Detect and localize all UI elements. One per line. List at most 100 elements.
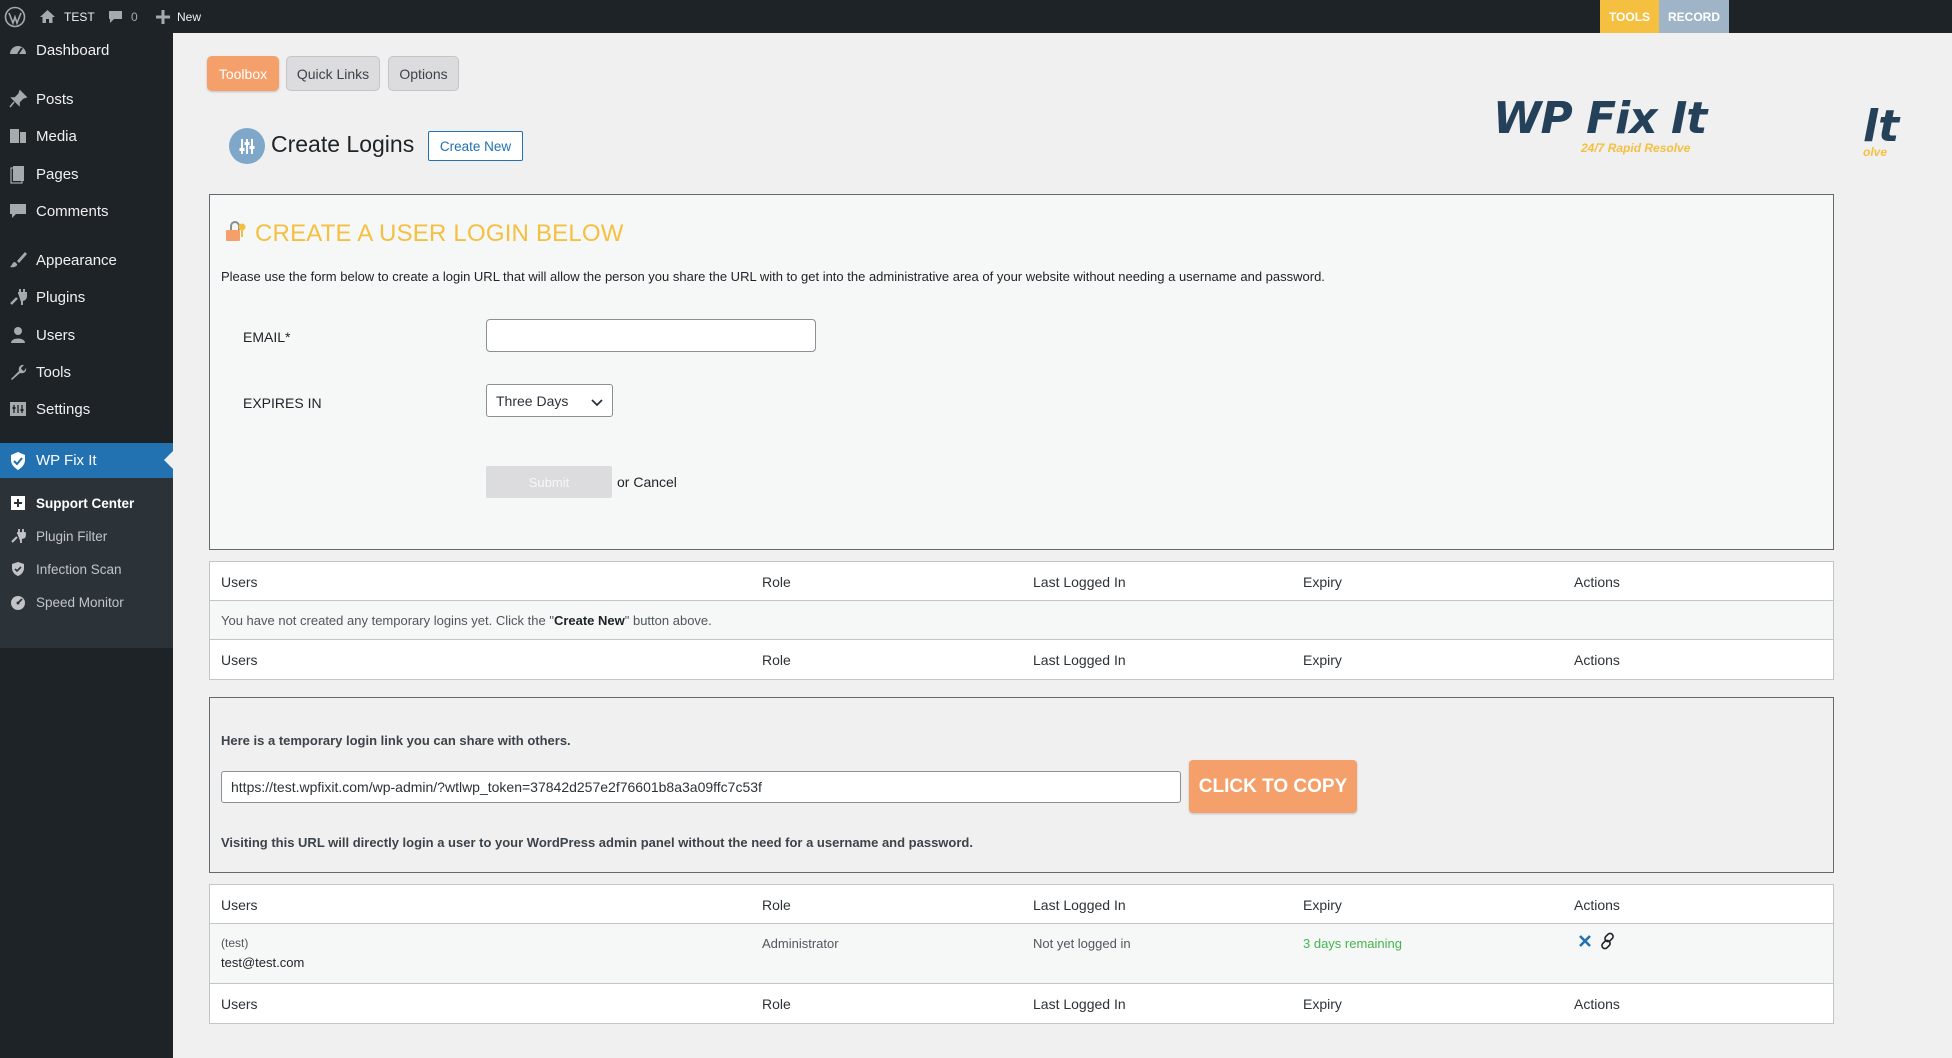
table-row: (test) test@test.com Administrator Not y… xyxy=(210,924,1833,984)
logins-table-empty: Users Role Last Logged In Expiry Actions… xyxy=(209,561,1834,680)
column-footer-last-logged-in[interactable]: Last Logged In xyxy=(1033,984,1126,1023)
table-header-row: Users Role Last Logged In Expiry Actions xyxy=(210,562,1833,601)
sidebar-item-appearance[interactable]: Appearance xyxy=(0,243,173,277)
email-field[interactable] xyxy=(486,319,816,352)
dashboard-icon xyxy=(0,40,36,60)
sidebar-item-pages[interactable]: Pages xyxy=(0,157,173,191)
tab-toolbox[interactable]: Toolbox xyxy=(207,56,279,91)
wp-fix-it-logo: WP Fix It 24/7 Rapid Resolve xyxy=(1493,93,1713,163)
column-header-expiry[interactable]: Expiry xyxy=(1303,885,1342,924)
link-intro-text: Here is a temporary login link you can s… xyxy=(221,733,571,748)
gauge-icon xyxy=(0,594,36,610)
column-header-role[interactable]: Role xyxy=(762,885,791,924)
column-footer-role[interactable]: Role xyxy=(762,640,791,679)
column-footer-last-logged-in[interactable]: Last Logged In xyxy=(1033,640,1126,679)
column-header-users[interactable]: Users xyxy=(221,562,258,601)
column-footer-users[interactable]: Users xyxy=(221,984,258,1023)
column-header-expiry[interactable]: Expiry xyxy=(1303,562,1342,601)
record-button[interactable]: RECORD xyxy=(1659,0,1729,33)
site-name-link[interactable]: TEST xyxy=(39,0,95,33)
column-footer-users[interactable]: Users xyxy=(221,640,258,679)
column-header-role[interactable]: Role xyxy=(762,562,791,601)
create-new-button[interactable]: Create New xyxy=(428,131,523,161)
create-logins-icon xyxy=(229,128,265,164)
tab-options[interactable]: Options xyxy=(388,56,459,91)
sidebar-item-wp-fix-it[interactable]: WP Fix It xyxy=(0,443,173,478)
sidebar-item-label: Pages xyxy=(36,165,79,183)
brand-tagline: 24/7 Rapid Resolve xyxy=(1581,141,1691,155)
sidebar-item-settings[interactable]: Settings xyxy=(0,392,173,426)
user-icon xyxy=(0,325,36,345)
sidebar-item-label: WP Fix It xyxy=(36,452,97,469)
column-footer-role[interactable]: Role xyxy=(762,984,791,1023)
sidebar-subitem-label: Speed Monitor xyxy=(36,594,124,610)
wordpress-logo-icon[interactable] xyxy=(4,0,26,33)
sidebar-item-label: Users xyxy=(36,326,76,344)
page-title: Create Logins xyxy=(271,131,415,157)
column-header-last-logged-in[interactable]: Last Logged In xyxy=(1033,562,1126,601)
new-content-link[interactable]: New xyxy=(156,0,201,33)
sidebar-subitem-speed-monitor[interactable]: Speed Monitor xyxy=(0,587,173,617)
home-icon xyxy=(39,9,56,24)
column-footer-actions: Actions xyxy=(1574,651,1620,668)
table-header-row: Users Role Last Logged In Expiry Actions xyxy=(210,885,1833,924)
brush-icon xyxy=(0,250,36,270)
tools-button[interactable]: TOOLS xyxy=(1600,0,1659,33)
table-footer-row: Users Role Last Logged In Expiry Actions xyxy=(210,640,1833,679)
form-heading-text: CREATE A USER LOGIN BELOW xyxy=(255,219,624,247)
column-footer-expiry[interactable]: Expiry xyxy=(1303,640,1342,679)
delete-login-icon[interactable] xyxy=(1578,934,1592,951)
sidebar-item-label: Dashboard xyxy=(36,41,110,59)
empty-message: You have not created any temporary login… xyxy=(221,613,712,628)
link-note-text: Visiting this URL will directly login a … xyxy=(221,835,973,850)
column-header-users[interactable]: Users xyxy=(221,885,258,924)
table-footer-row: Users Role Last Logged In Expiry Actions xyxy=(210,984,1833,1023)
page-icon xyxy=(0,164,36,184)
sidebar-item-label: Comments xyxy=(36,202,109,220)
new-label: New xyxy=(177,9,202,24)
sidebar-subitem-label: Plugin Filter xyxy=(36,528,108,544)
brand-tagline-partial: olve xyxy=(1863,145,1888,159)
wp-fix-it-submenu: Support Center Plugin Filter Infection S… xyxy=(0,478,173,648)
sidebar-subitem-plugin-filter[interactable]: Plugin Filter xyxy=(0,521,173,551)
sidebar-item-dashboard[interactable]: Dashboard xyxy=(0,33,173,67)
empty-message-prefix: You have not created any temporary login… xyxy=(221,613,554,628)
login-url-field[interactable]: https://test.wpfixit.com/wp-admin/?wtlwp… xyxy=(221,771,1181,803)
click-to-copy-button[interactable]: CLICK TO COPY xyxy=(1189,760,1357,813)
column-header-actions: Actions xyxy=(1574,896,1620,913)
tab-quick-links[interactable]: Quick Links xyxy=(286,56,380,91)
email-label: EMAIL* xyxy=(243,329,291,345)
sidebar-item-label: Settings xyxy=(36,400,91,418)
copy-link-icon[interactable] xyxy=(1599,932,1617,953)
sidebar-item-tools[interactable]: Tools xyxy=(0,355,173,389)
create-login-form-panel: CREATE A USER LOGIN BELOW Please use the… xyxy=(209,194,1834,550)
active-menu-arrow xyxy=(164,451,173,469)
sidebar-subitem-support-center[interactable]: Support Center xyxy=(0,488,173,518)
user-email: test@test.com xyxy=(221,955,305,970)
temporary-link-panel: Here is a temporary login link you can s… xyxy=(209,697,1834,873)
sidebar-item-comments[interactable]: Comments xyxy=(0,194,173,228)
expires-select[interactable]: Three Days xyxy=(486,384,613,417)
column-header-last-logged-in[interactable]: Last Logged In xyxy=(1033,885,1126,924)
user-expiry: 3 days remaining xyxy=(1303,936,1402,951)
shield-icon xyxy=(0,561,36,577)
user-last-logged-in: Not yet logged in xyxy=(1033,936,1131,951)
sidebar-item-posts[interactable]: Posts xyxy=(0,82,173,116)
comments-count: 0 xyxy=(131,9,138,24)
comments-link[interactable]: 0 xyxy=(108,0,138,33)
form-heading: CREATE A USER LOGIN BELOW xyxy=(223,219,624,248)
sidebar-item-label: Posts xyxy=(36,90,74,108)
lock-icon xyxy=(223,219,247,248)
expires-label: EXPIRES IN xyxy=(243,395,322,411)
column-footer-expiry[interactable]: Expiry xyxy=(1303,984,1342,1023)
cancel-link[interactable]: or Cancel xyxy=(617,474,677,490)
media-icon xyxy=(0,126,36,146)
sidebar-subitem-infection-scan[interactable]: Infection Scan xyxy=(0,554,173,584)
sidebar-item-label: Tools xyxy=(36,363,72,381)
submit-button[interactable]: Submit xyxy=(486,466,612,498)
sidebar-item-users[interactable]: Users xyxy=(0,318,173,352)
user-name: (test) xyxy=(221,936,249,950)
sidebar-item-plugins[interactable]: Plugins xyxy=(0,280,173,314)
sidebar-item-media[interactable]: Media xyxy=(0,119,173,153)
expires-selected-value: Three Days xyxy=(496,392,569,409)
